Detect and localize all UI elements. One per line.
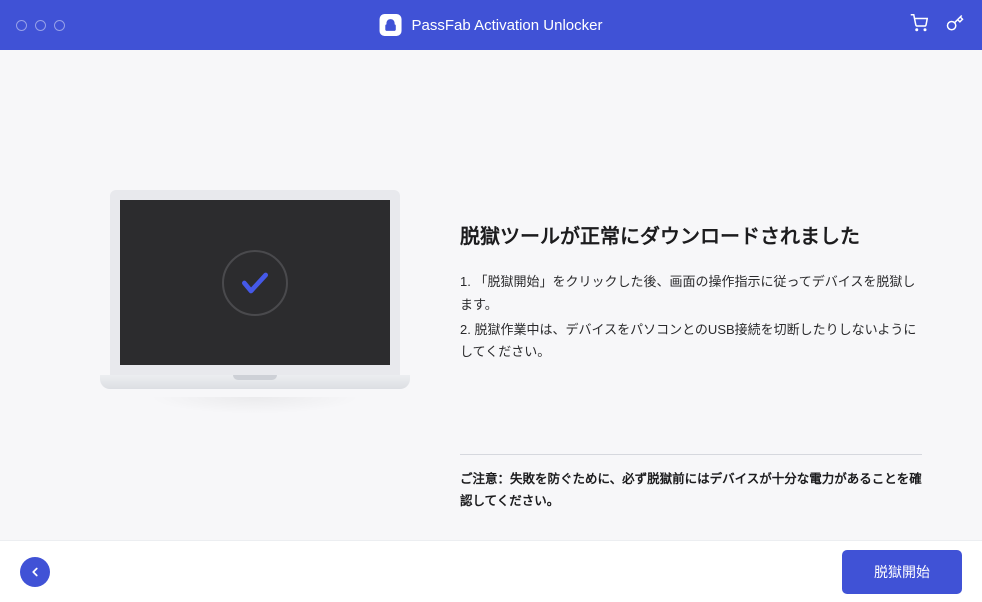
bottom-bar: 脱獄開始 [0, 540, 982, 602]
window-controls [16, 20, 65, 31]
app-title-group: PassFab Activation Unlocker [380, 14, 603, 36]
checkmark-icon [222, 250, 288, 316]
back-button[interactable] [20, 557, 50, 587]
laptop-illustration [100, 190, 410, 437]
illustration-panel [50, 80, 460, 540]
maximize-window-button[interactable] [54, 20, 65, 31]
titlebar: PassFab Activation Unlocker [0, 0, 982, 50]
app-title: PassFab Activation Unlocker [412, 17, 603, 34]
divider [460, 454, 922, 455]
instruction-1: 1. 「脱獄開始」をクリックした後、画面の操作指示に従ってデバイスを脱獄します。 [460, 271, 922, 317]
close-window-button[interactable] [16, 20, 27, 31]
titlebar-right [910, 14, 964, 37]
text-panel: 脱獄ツールが正常にダウンロードされました 1. 「脱獄開始」をクリックした後、画… [460, 80, 932, 540]
laptop-screen [110, 190, 400, 375]
minimize-window-button[interactable] [35, 20, 46, 31]
start-jailbreak-button[interactable]: 脱獄開始 [842, 550, 962, 594]
notice-text: ご注意：失敗を防ぐために、必ず脱獄前にはデバイスが十分な電力があることを確認して… [460, 469, 922, 513]
app-logo-icon [380, 14, 402, 36]
cart-icon[interactable] [910, 14, 928, 37]
main-content: 脱獄ツールが正常にダウンロードされました 1. 「脱獄開始」をクリックした後、画… [0, 50, 982, 540]
laptop-base [100, 375, 410, 389]
page-heading: 脱獄ツールが正常にダウンロードされました [460, 220, 922, 249]
instruction-2: 2. 脱獄作業中は、デバイスをパソコンとのUSB接続を切断したりしないようにして… [460, 319, 922, 365]
key-icon[interactable] [946, 14, 964, 37]
